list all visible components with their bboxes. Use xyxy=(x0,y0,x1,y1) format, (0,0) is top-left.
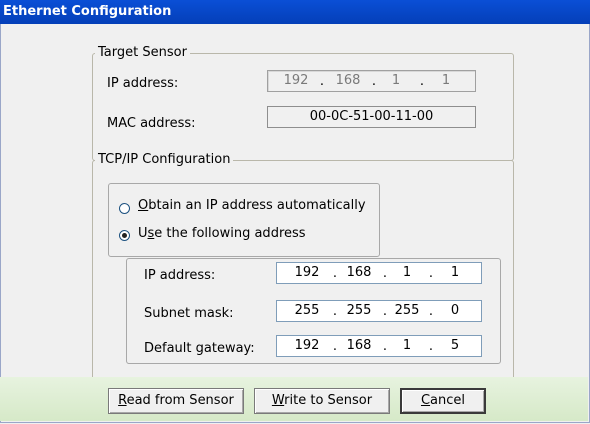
subnet-octet-4: 0 xyxy=(450,303,460,318)
gateway-octet-1: 192 xyxy=(294,338,320,353)
obtain-auto-radio[interactable] xyxy=(119,203,130,214)
subnet-octet-1: 255 xyxy=(294,303,320,318)
mac-address-field: 00-0C-51-00-11-00 xyxy=(267,106,476,128)
default-gateway-label: Default gateway: xyxy=(144,341,255,356)
ip-dot: . xyxy=(428,339,434,354)
ip-dot: . xyxy=(319,74,325,89)
ip-octet-4: 1 xyxy=(450,265,460,280)
gateway-octet-4: 5 xyxy=(450,338,460,353)
button-bar: Read from Sensor Write to Sensor Cancel xyxy=(0,377,588,421)
mac-address-label: MAC address: xyxy=(107,116,196,131)
gateway-octet-2: 168 xyxy=(346,338,372,353)
use-following-radio[interactable] xyxy=(119,230,130,241)
sensor-ip-octet-4: 1 xyxy=(441,73,451,88)
ip-octet-3: 1 xyxy=(402,265,412,280)
gateway-octet-3: 1 xyxy=(402,338,412,353)
subnet-octet-2: 255 xyxy=(346,303,372,318)
subnet-mask-label: Subnet mask: xyxy=(144,306,234,321)
subnet-mask-input[interactable]: 255 . 255 . 255 . 0 xyxy=(276,300,482,322)
sensor-ip-octet-1: 192 xyxy=(283,73,309,88)
ip-address-input[interactable]: 192 . 168 . 1 . 1 xyxy=(276,262,482,284)
ip-address-label: IP address: xyxy=(144,268,216,283)
ip-mode-group xyxy=(108,183,380,257)
title-bar: Ethernet Configuration xyxy=(0,0,590,24)
ip-dot: . xyxy=(428,304,434,319)
subnet-octet-3: 255 xyxy=(394,303,420,318)
ip-dot: . xyxy=(428,266,434,281)
obtain-auto-label[interactable]: Obtain an IP address automatically xyxy=(138,198,366,213)
sensor-ip-octet-2: 168 xyxy=(335,73,361,88)
ip-dot: . xyxy=(332,266,338,281)
write-to-sensor-button[interactable]: Write to Sensor xyxy=(254,388,390,414)
sensor-ip-label: IP address: xyxy=(107,76,179,91)
ip-dot: . xyxy=(332,304,338,319)
sensor-ip-field: 192 . 168 . 1 . 1 xyxy=(267,70,476,92)
target-sensor-title: Target Sensor xyxy=(95,45,190,60)
read-from-sensor-button[interactable]: Read from Sensor xyxy=(108,388,244,414)
ip-dot: . xyxy=(419,74,425,89)
default-gateway-input[interactable]: 192 . 168 . 1 . 5 xyxy=(276,335,482,357)
use-following-label[interactable]: Use the following address xyxy=(138,226,306,241)
ip-octet-1: 192 xyxy=(294,265,320,280)
window-title: Ethernet Configuration xyxy=(3,4,172,19)
ip-dot: . xyxy=(332,339,338,354)
ip-octet-2: 168 xyxy=(346,265,372,280)
tcpip-config-title: TCP/IP Configuration xyxy=(95,152,234,167)
cancel-button[interactable]: Cancel xyxy=(400,388,486,414)
sensor-ip-octet-3: 1 xyxy=(391,73,401,88)
